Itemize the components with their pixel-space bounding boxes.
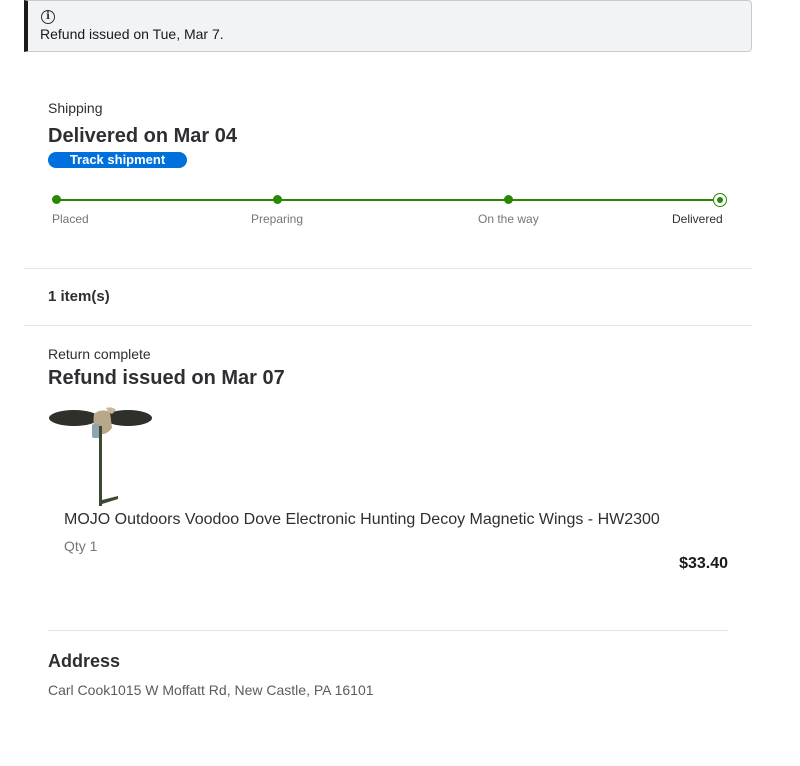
address-text: Carl Cook1015 W Moffatt Rd, New Castle, …: [48, 682, 374, 698]
order-details-page: i Refund issued on Tue, Mar 7. Shipping …: [0, 0, 800, 766]
delivery-status-title: Delivered on Mar 04: [48, 125, 237, 147]
item-count: 1 item(s): [48, 288, 110, 305]
address-heading: Address: [48, 651, 121, 671]
section-divider: [24, 268, 752, 269]
product-name-link[interactable]: MOJO Outdoors Voodoo Dove Electronic Hun…: [64, 511, 660, 529]
product-image[interactable]: [48, 402, 154, 508]
section-divider: [24, 325, 752, 326]
progress-dot-preparing: [273, 195, 282, 204]
step-label-on-the-way: On the way: [478, 212, 539, 226]
progress-dot-delivered: [713, 193, 727, 207]
step-label-delivered: Delivered: [672, 212, 723, 226]
product-quantity: Qty 1: [64, 538, 98, 554]
progress-dot-on-the-way: [504, 195, 513, 204]
product-price: $33.40: [679, 555, 728, 572]
step-label-preparing: Preparing: [251, 212, 304, 226]
info-icon: i: [41, 10, 55, 24]
return-status-label: Return complete: [48, 346, 151, 362]
progress-track-line: [56, 199, 720, 201]
section-divider: [48, 630, 728, 631]
progress-dot-placed: [52, 195, 61, 204]
step-label-placed: Placed: [52, 212, 89, 226]
shipping-label: Shipping: [48, 100, 103, 116]
refund-status-title: Refund issued on Mar 07: [48, 367, 285, 389]
refund-alert-banner: i Refund issued on Tue, Mar 7.: [24, 0, 752, 52]
alert-message: Refund issued on Tue, Mar 7.: [40, 26, 224, 42]
track-shipment-button[interactable]: Track shipment: [48, 152, 187, 168]
